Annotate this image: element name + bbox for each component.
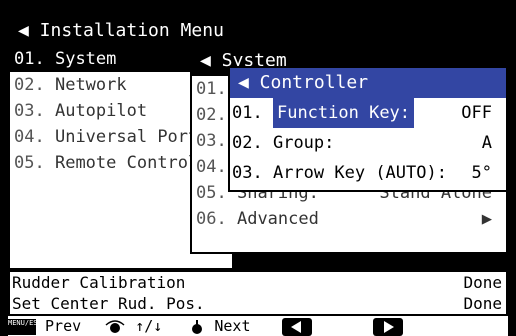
arrow-right-key-icon: [372, 317, 403, 336]
menu-esc-key-icon: MENU/ESC: [8, 318, 42, 335]
status-area: Rudder Calibration Done Set Center Rud. …: [8, 270, 508, 316]
controller-menu-title[interactable]: ◀ Controller: [230, 68, 506, 98]
status-row-rudder-calibration: Rudder Calibration Done: [12, 273, 502, 292]
chevron-right-icon: ▶: [481, 209, 492, 229]
installation-menu-title[interactable]: ◀ Installation Menu: [10, 16, 232, 46]
controller-item-arrow-key[interactable]: 03. Arrow Key (AUTO): 5°: [230, 158, 506, 188]
knob-push-icon: [192, 319, 203, 334]
system-item-advanced[interactable]: 06. Advanced ▶: [192, 206, 506, 232]
next-label: Next: [214, 317, 251, 335]
controller-menu-panel: ◀ Controller 01. Function Key: OFF 02. G…: [228, 66, 508, 192]
arrow-left-key-icon: [281, 317, 312, 336]
group-value: A: [481, 133, 492, 153]
dial-icon: [105, 319, 125, 333]
arrow-key-value: 5°: [471, 163, 492, 183]
function-key-value: OFF: [461, 103, 492, 123]
status-row-set-center: Set Center Rud. Pos. Done: [12, 294, 502, 313]
controller-item-group[interactable]: 02. Group: A: [230, 128, 506, 158]
controller-item-function-key[interactable]: 01. Function Key: OFF: [230, 98, 506, 128]
up-down-label: ↑/↓: [135, 317, 163, 335]
prev-label: Prev: [45, 317, 82, 335]
key-guide-bar: MENU/ESC Prev ↑/↓ Next: [8, 316, 508, 336]
display-screen: ◀ Installation Menu 01. System 02. Netwo…: [0, 0, 516, 336]
